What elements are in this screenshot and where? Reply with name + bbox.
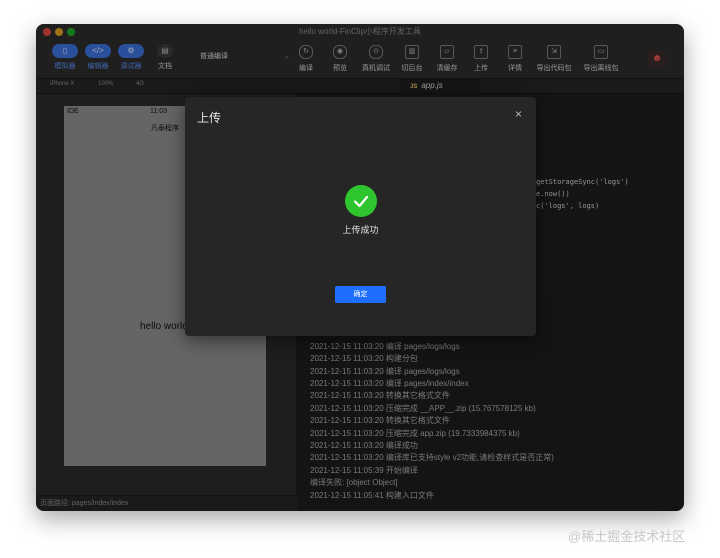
ide-window: hello world-FinClip小程序开发工具 ▯ 模拟器 </> 编辑器…: [36, 24, 684, 511]
success-check-icon: [345, 185, 377, 217]
watermark: @稀土掘金技术社区: [568, 529, 686, 544]
dialog-title: 上传: [197, 111, 222, 125]
upload-dialog: 上传 × 上传成功 确定: [185, 97, 536, 336]
confirm-button[interactable]: 确定: [335, 286, 386, 303]
success-message: 上传成功: [342, 225, 379, 235]
close-icon[interactable]: ×: [515, 107, 522, 121]
